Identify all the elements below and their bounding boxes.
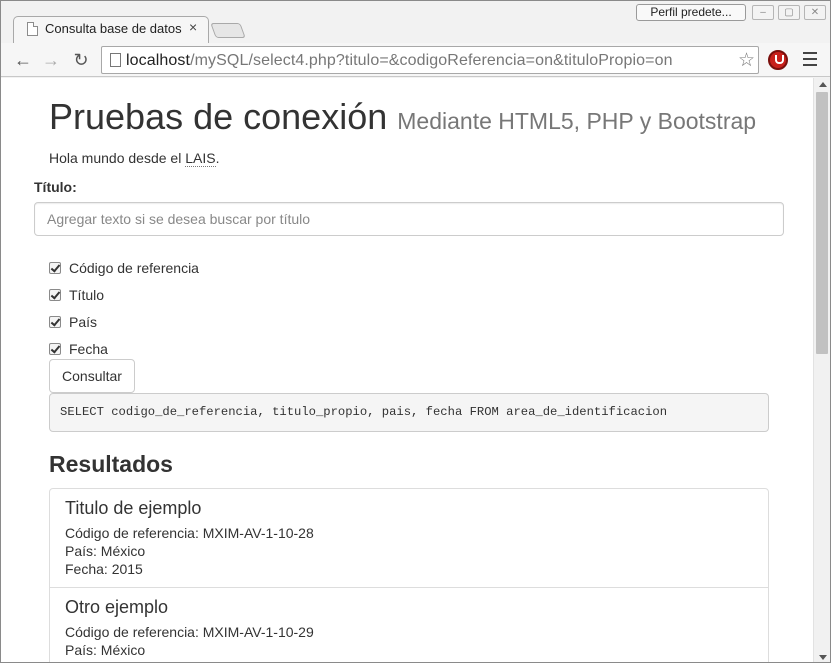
new-tab-button[interactable]: [210, 23, 246, 38]
browser-window: Consulta base de datos × Perfil predete.…: [0, 0, 831, 663]
checkbox-label[interactable]: Título: [69, 287, 104, 303]
tab-strip: Consulta base de datos × Perfil predete.…: [1, 1, 830, 44]
result-ref: Código de referencia: MXIM-AV-1-10-29: [65, 624, 314, 640]
result-title: Otro ejemplo: [65, 597, 169, 617]
sql-query: SELECT codigo_de_referencia, titulo_prop…: [49, 393, 769, 432]
checkbox-checked-icon[interactable]: [49, 343, 61, 355]
hello-prefix: Hola mundo desde el: [49, 150, 186, 166]
checkbox-checked-icon[interactable]: [49, 289, 61, 301]
checkbox-label[interactable]: Código de referencia: [69, 260, 199, 276]
bookmark-star-icon[interactable]: ☆: [738, 49, 755, 72]
scroll-down-arrow-icon[interactable]: [819, 655, 827, 660]
url-path: /mySQL/select4.php?titulo=&codigoReferen…: [190, 52, 673, 69]
vertical-scrollbar[interactable]: [813, 78, 830, 662]
page-icon: [110, 53, 121, 67]
back-icon[interactable]: ←: [11, 48, 35, 72]
close-tab-icon[interactable]: ×: [189, 19, 197, 35]
results-list: Titulo de ejemplo Código de referencia: …: [49, 488, 769, 662]
result-ref: Código de referencia: MXIM-AV-1-10-28: [65, 525, 314, 541]
extension-power-icon[interactable]: [768, 50, 788, 70]
close-window-icon[interactable]: ✕: [804, 5, 826, 20]
consultar-button[interactable]: Consultar: [49, 359, 135, 393]
scroll-up-arrow-icon[interactable]: [819, 82, 827, 87]
url-text[interactable]: localhost/mySQL/select4.php?titulo=&codi…: [126, 52, 736, 70]
url-host: localhost: [126, 52, 191, 69]
results-heading: Resultados: [49, 451, 173, 477]
list-item: Titulo de ejemplo Código de referencia: …: [50, 489, 768, 588]
menu-icon[interactable]: [803, 52, 817, 70]
reload-icon[interactable]: ↻: [69, 48, 93, 72]
checkbox-label[interactable]: Fecha: [69, 341, 108, 357]
result-title: Titulo de ejemplo: [65, 498, 202, 518]
page-subheading: Mediante HTML5, PHP y Bootstrap: [397, 108, 757, 134]
checkbox-label[interactable]: País: [69, 314, 97, 330]
result-date: Fecha: 2015: [65, 561, 143, 577]
checkbox-checked-icon[interactable]: [49, 262, 61, 274]
result-country: País: México: [65, 543, 146, 559]
page-title: Pruebas de conexión Mediante HTML5, PHP …: [49, 96, 756, 138]
address-bar[interactable]: localhost/mySQL/select4.php?titulo=&codi…: [101, 46, 759, 74]
forward-icon[interactable]: →: [39, 48, 63, 72]
scrollbar-thumb[interactable]: [816, 92, 828, 354]
tab-title[interactable]: Consulta base de datos: [45, 21, 185, 36]
page-viewport: Pruebas de conexión Mediante HTML5, PHP …: [1, 78, 813, 662]
maximize-icon[interactable]: ▢: [778, 5, 800, 20]
result-country: País: México: [65, 642, 146, 658]
title-label: Título:: [34, 179, 77, 195]
hello-text: Hola mundo desde el LAIS.: [49, 150, 220, 167]
title-search-input[interactable]: [34, 202, 784, 236]
profile-button[interactable]: Perfil predete...: [636, 4, 746, 21]
list-item: Otro ejemplo Código de referencia: MXIM-…: [50, 588, 768, 662]
hello-suffix: .: [215, 150, 220, 166]
page-heading: Pruebas de conexión: [49, 96, 388, 137]
page-icon: [27, 22, 38, 36]
tab-content: Consulta base de datos ×: [13, 16, 209, 44]
lais-abbr[interactable]: LAIS: [185, 150, 216, 167]
browser-toolbar: ← → ↻ localhost/mySQL/select4.php?titulo…: [1, 43, 830, 77]
minimize-icon[interactable]: –: [752, 5, 774, 20]
checkbox-checked-icon[interactable]: [49, 316, 61, 328]
